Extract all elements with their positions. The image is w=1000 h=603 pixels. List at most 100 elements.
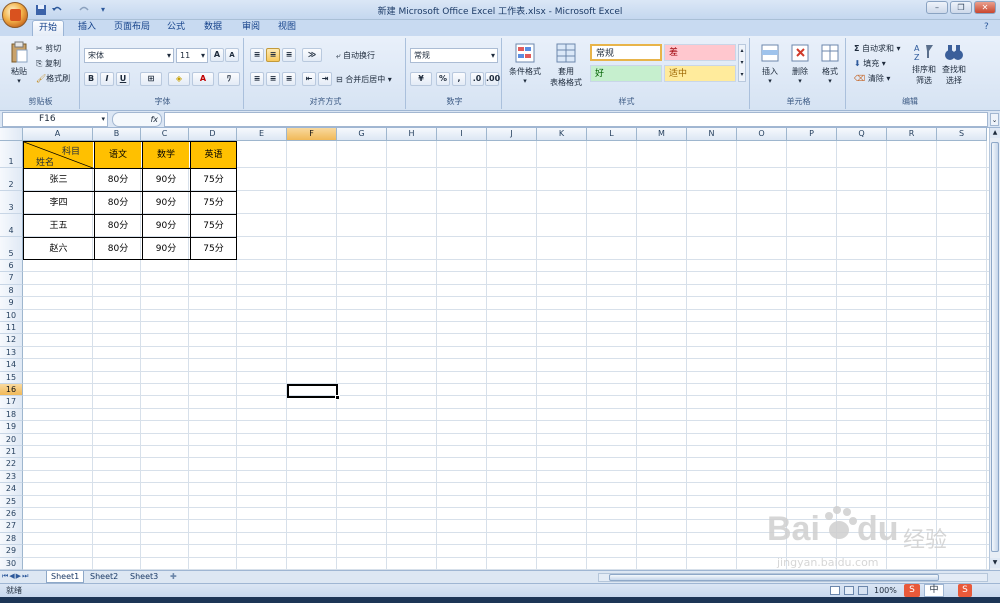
align-right-button[interactable]: ≡ (282, 72, 296, 86)
style-neutral[interactable]: 适中 (664, 65, 736, 82)
scroll-up-icon[interactable]: ▲ (990, 128, 1000, 138)
delete-cells-button[interactable]: 删除 ▾ (786, 42, 814, 85)
header-math[interactable]: 数学 (142, 142, 189, 168)
phonetic-button[interactable]: ﾜ (218, 72, 240, 86)
active-cell-cursor[interactable] (287, 384, 340, 400)
wrap-text-button[interactable]: ⤶ 自动换行 (336, 50, 375, 61)
tab-formulas[interactable]: 公式 (161, 20, 191, 36)
style-good[interactable]: 好 (590, 65, 662, 82)
row-header-22[interactable]: 22 (0, 458, 23, 471)
zoom-level[interactable]: 100% (874, 584, 897, 597)
table-cell-score[interactable]: 80分 (94, 215, 141, 237)
column-header-c[interactable]: C (141, 128, 189, 141)
tab-home[interactable]: 开始 (32, 20, 65, 36)
header-chinese[interactable]: 语文 (94, 142, 141, 168)
tray-sogou-icon[interactable]: S (958, 584, 972, 597)
column-header-f[interactable]: F (287, 128, 337, 141)
close-button[interactable]: ✕ (974, 1, 996, 14)
row-header-15[interactable]: 15 (0, 371, 23, 384)
table-cell-name[interactable]: 王五 (24, 215, 93, 237)
shrink-font-button[interactable]: A (225, 48, 239, 62)
row-header-21[interactable]: 21 (0, 446, 23, 459)
row-header-16[interactable]: 16 (0, 384, 23, 397)
row-header-14[interactable]: 14 (0, 359, 23, 372)
table-cell-score[interactable]: 90分 (142, 215, 189, 237)
row-header-29[interactable]: 29 (0, 545, 23, 558)
decrease-indent-button[interactable]: ⇤ (302, 72, 316, 86)
row-header-24[interactable]: 24 (0, 483, 23, 496)
row-header-17[interactable]: 17 (0, 396, 23, 409)
copy-button[interactable]: ⎘ 复制 (36, 58, 61, 69)
row-header-2[interactable]: 2 (0, 168, 23, 191)
comma-button[interactable]: , (452, 72, 466, 86)
normal-view-icon[interactable] (830, 586, 840, 595)
column-header-e[interactable]: E (237, 128, 287, 141)
sheet-nav-arrows-icon[interactable]: ⏮◀▶⏭ (2, 572, 29, 581)
row-header-8[interactable]: 8 (0, 284, 23, 298)
style-bad[interactable]: 差 (664, 44, 736, 61)
header-english[interactable]: 英语 (190, 142, 236, 168)
insert-function-button[interactable]: fx (112, 112, 162, 127)
align-left-button[interactable]: ≡ (250, 72, 264, 86)
undo-icon[interactable] (50, 3, 64, 17)
underline-button[interactable]: U (116, 72, 130, 86)
tab-review[interactable]: 审阅 (236, 20, 266, 36)
clear-button[interactable]: ⌫ 清除 ▾ (854, 73, 890, 84)
horizontal-scrollbar[interactable] (598, 573, 988, 582)
number-format-combo[interactable]: 常规 ▾ (410, 48, 498, 63)
table-cell-score[interactable]: 80分 (94, 238, 141, 260)
format-painter-button[interactable]: 🖌格式刷 (36, 73, 70, 84)
align-top-button[interactable]: ≡ (250, 48, 264, 62)
row-header-6[interactable]: 6 (0, 260, 23, 273)
tab-insert[interactable]: 插入 (72, 20, 102, 36)
row-header-3[interactable]: 3 (0, 191, 23, 214)
row-header-19[interactable]: 19 (0, 421, 23, 434)
decrease-decimal-button[interactable]: .00 (485, 72, 500, 86)
column-header-g[interactable]: G (337, 128, 387, 141)
fill-handle[interactable] (335, 395, 340, 400)
table-cell-score[interactable]: 90分 (142, 192, 189, 214)
cut-button[interactable]: ✂ 剪切 (36, 43, 61, 54)
column-header-o[interactable]: O (737, 128, 787, 141)
ime-language[interactable]: 中 (924, 584, 944, 597)
sheet-tab-1[interactable]: Sheet1 (46, 571, 85, 583)
sort-filter-button[interactable]: AZ 排序和 筛选 (910, 42, 938, 86)
borders-button[interactable]: ⊞ (140, 72, 162, 86)
page-layout-view-icon[interactable] (844, 586, 854, 595)
insert-sheet-icon[interactable]: ✚ (166, 571, 181, 583)
column-header-m[interactable]: M (637, 128, 687, 141)
column-header-n[interactable]: N (687, 128, 737, 141)
row-header-9[interactable]: 9 (0, 297, 23, 310)
page-break-view-icon[interactable] (858, 586, 868, 595)
column-header-i[interactable]: I (437, 128, 487, 141)
formula-input[interactable] (164, 112, 988, 127)
diagonal-header-cell[interactable]: 科目 姓名 (24, 142, 93, 168)
table-cell-score[interactable]: 90分 (142, 238, 189, 260)
styles-scroll[interactable]: ▴ ▾ ▾ (738, 44, 746, 82)
column-header-s[interactable]: S (937, 128, 987, 141)
select-all-corner[interactable] (0, 128, 23, 141)
row-header-10[interactable]: 10 (0, 309, 23, 322)
redo-icon[interactable] (76, 3, 96, 17)
horizontal-scroll-thumb[interactable] (609, 574, 939, 581)
column-header-b[interactable]: B (93, 128, 141, 141)
table-cell-score[interactable]: 75分 (190, 169, 236, 191)
tab-page-layout[interactable]: 页面布局 (108, 20, 156, 36)
table-cell-name[interactable]: 张三 (24, 169, 93, 191)
column-header-a[interactable]: A (23, 128, 93, 141)
bold-button[interactable]: B (84, 72, 98, 86)
orientation-button[interactable]: ≫ (302, 48, 322, 62)
help-icon[interactable]: ? (984, 23, 994, 33)
fill-color-button[interactable]: ◈ (168, 72, 190, 86)
row-header-12[interactable]: 12 (0, 334, 23, 347)
row-header-20[interactable]: 20 (0, 433, 23, 446)
vertical-scrollbar[interactable]: ▲ ▼ (989, 128, 1000, 570)
find-select-button[interactable]: 查找和 选择 (940, 42, 968, 86)
column-header-l[interactable]: L (587, 128, 637, 141)
row-header-7[interactable]: 7 (0, 272, 23, 285)
table-cell-score[interactable]: 80分 (94, 192, 141, 214)
merge-center-button[interactable]: ⊟ 合并后居中 ▾ (336, 74, 392, 85)
column-header-k[interactable]: K (537, 128, 587, 141)
vertical-scroll-thumb[interactable] (991, 142, 999, 552)
column-header-q[interactable]: Q (837, 128, 887, 141)
